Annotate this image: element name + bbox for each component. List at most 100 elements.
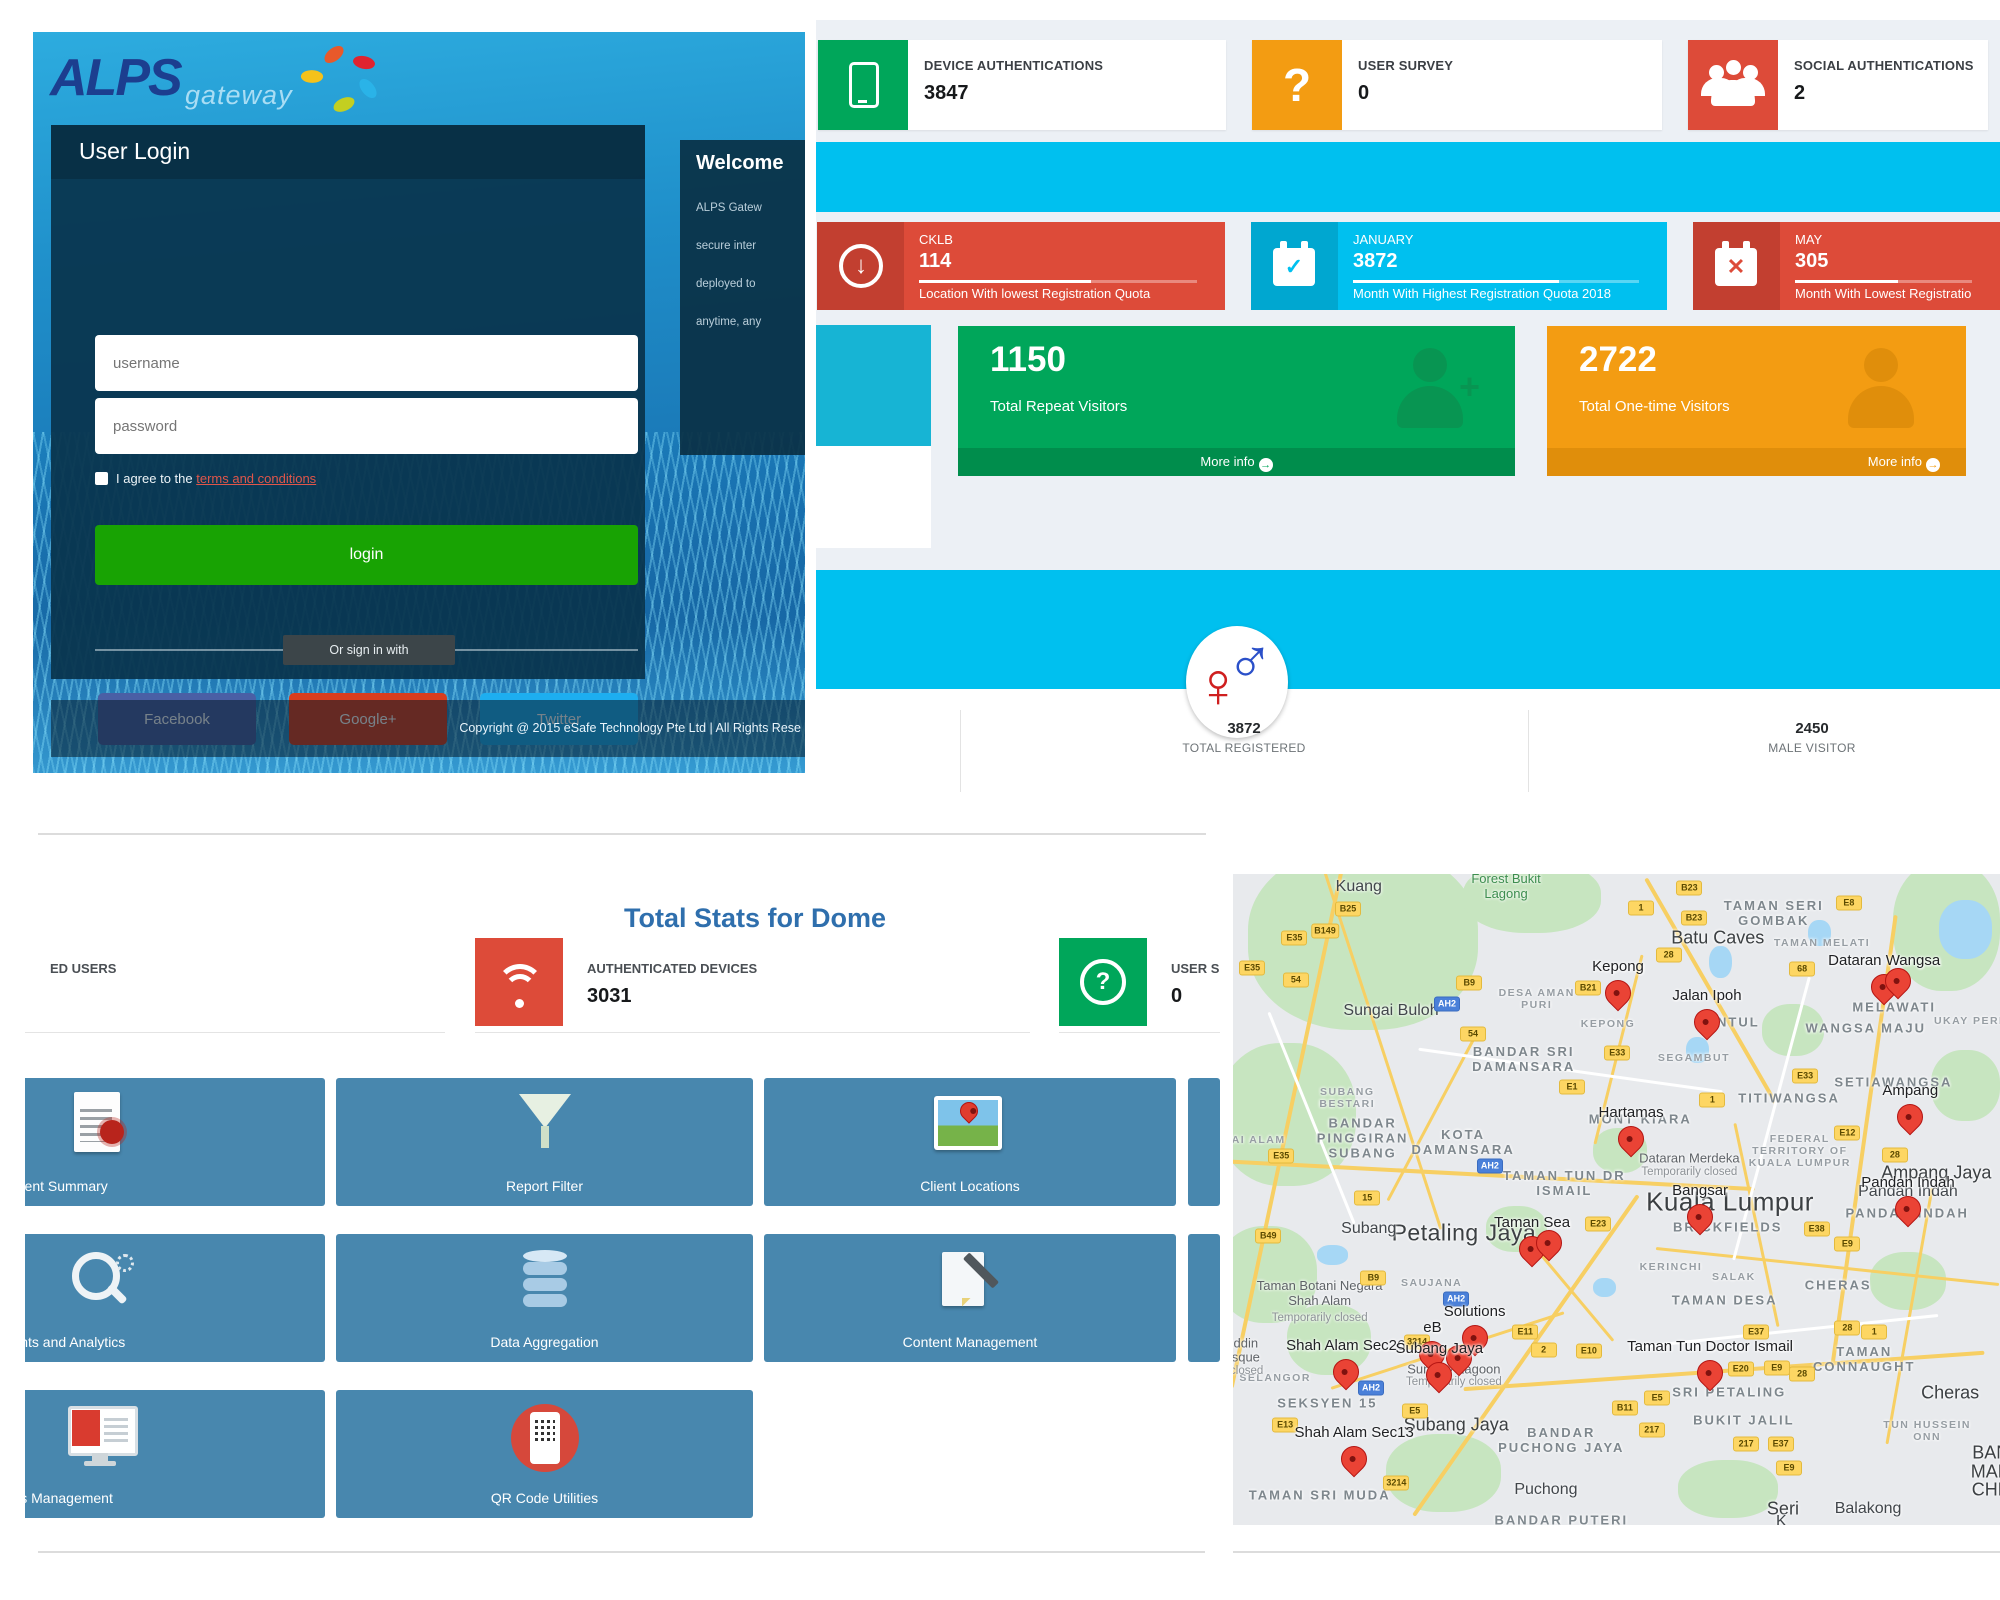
tile-insights-and-analytics[interactable]: Insights and Analytics bbox=[25, 1234, 325, 1362]
gender-stat-value: 3872 bbox=[1104, 720, 1384, 737]
welcome-text-line: deployed to bbox=[696, 278, 755, 290]
road-badge: B25 bbox=[1335, 902, 1361, 917]
metric-tile-value: 305 bbox=[1795, 250, 1828, 273]
visitor-tile-label: Total One-time Visitors bbox=[1579, 398, 1730, 415]
stat-card: DEVICE AUTHENTICATIONS3847 bbox=[818, 40, 1226, 130]
tile-label: Data Aggregation bbox=[336, 1334, 753, 1350]
road-badge: B149 bbox=[1311, 924, 1339, 939]
map-label: Temporarily closed bbox=[1250, 1312, 1390, 1324]
map-label: SENTUL bbox=[1653, 1014, 1803, 1029]
tile-client-summary[interactable]: Client Summary bbox=[25, 1078, 325, 1206]
road-badge: 68 bbox=[1789, 962, 1815, 977]
road-badge: E35 bbox=[1239, 960, 1265, 975]
map-pin-label: Kepong bbox=[1592, 958, 1644, 975]
tile-label: Ads Management bbox=[25, 1490, 208, 1506]
road-badge: E35 bbox=[1268, 1148, 1294, 1163]
map-label: Sungai Buloh bbox=[1343, 1002, 1438, 1020]
road-badge: E9 bbox=[1776, 1460, 1802, 1475]
map-pin-label: Shah Alam Sec26 bbox=[1286, 1337, 1405, 1354]
arrow-circle-icon: → bbox=[1259, 458, 1273, 472]
metric-tile-subtitle: Month With Lowest Registratio bbox=[1795, 286, 1971, 301]
map-label: MELAWATI bbox=[1819, 999, 1969, 1014]
map-panel[interactable]: Kuala LumpurPetaling JayaKuangBatu Caves… bbox=[1233, 874, 2000, 1525]
visitor-tile-value: 2722 bbox=[1579, 340, 1657, 380]
tile-data-aggregation[interactable]: Data Aggregation bbox=[336, 1234, 753, 1362]
user-plus-icon: + bbox=[1389, 348, 1479, 432]
map-label: Batu Caves bbox=[1671, 927, 1764, 948]
progress-fill bbox=[1353, 280, 1559, 283]
road-badge: 28 bbox=[1834, 1320, 1860, 1335]
map-label: SRI PETALING bbox=[1654, 1384, 1804, 1399]
map-label: K bbox=[1776, 1513, 1787, 1525]
tile-client-locations[interactable]: Client Locations bbox=[764, 1078, 1176, 1206]
map-label: Puchong bbox=[1514, 1481, 1577, 1499]
map-label: Subang bbox=[1341, 1220, 1396, 1238]
map-label: Temporarily closed bbox=[1619, 1166, 1759, 1178]
metric-tile-value: 3872 bbox=[1353, 250, 1398, 273]
progress-fill bbox=[919, 280, 1091, 283]
cut-tile-fragment bbox=[1188, 1234, 1220, 1362]
map-label: Dataran Merdeka bbox=[1619, 1151, 1759, 1166]
database-icon bbox=[505, 1248, 585, 1318]
map-label: TAMAN DESA bbox=[1650, 1292, 1800, 1307]
users-icon bbox=[1688, 40, 1778, 130]
metric-tile-title: JANUARY bbox=[1353, 232, 1413, 247]
tile-ads-management[interactable]: Ads Management bbox=[25, 1390, 325, 1518]
question-circle-icon: ? bbox=[1059, 938, 1147, 1026]
page-canvas: ALPS gateway User Login I agree to the t… bbox=[0, 0, 2000, 1600]
plus-glyph: + bbox=[1459, 366, 1480, 408]
more-info-link[interactable]: More info→ bbox=[1868, 454, 1940, 469]
road-badge: B23 bbox=[1676, 881, 1702, 896]
panel-stat-card: ?USER SUR0 bbox=[1059, 935, 1220, 1033]
map-label: BANDAR SRI DAMANSARA bbox=[1449, 1044, 1599, 1074]
map-label: BANDAR PUCHONG JAYA bbox=[1486, 1425, 1636, 1455]
edit-icon bbox=[930, 1248, 1010, 1318]
arrow-circle-icon: → bbox=[1926, 458, 1940, 472]
stat-card: ?USER SURVEY0 bbox=[1252, 40, 1662, 130]
wifi-icon bbox=[475, 938, 563, 1026]
welcome-title: Welcome bbox=[696, 152, 783, 175]
road-badge: B49 bbox=[1255, 1228, 1281, 1243]
road-badge: E23 bbox=[1585, 1217, 1611, 1232]
map-label: BRICKFIELDS bbox=[1653, 1220, 1803, 1235]
metric-tile-subtitle: Location With lowest Registration Quota bbox=[919, 286, 1150, 301]
section-divider bbox=[38, 1551, 1205, 1553]
map-pin-label: Pandan Indah bbox=[1861, 1174, 1954, 1191]
alps-logo: ALPS bbox=[50, 48, 181, 108]
map-pin-label: Hartamas bbox=[1599, 1104, 1664, 1121]
metric-tile-title: CKLB bbox=[919, 232, 953, 247]
logo-petal bbox=[332, 95, 357, 113]
tile-report-filter[interactable]: Report Filter bbox=[336, 1078, 753, 1206]
stat-card: SOCIAL AUTHENTICATIONS2 bbox=[1688, 40, 1988, 130]
road-badge: B21 bbox=[1575, 980, 1601, 995]
road-badge: 28 bbox=[1656, 947, 1682, 962]
road-badge: 217 bbox=[1639, 1422, 1665, 1437]
tile-content-management[interactable]: Content Management bbox=[764, 1234, 1176, 1362]
copyright-bar: Copyright @ 2015 eSafe Technology Pte Lt… bbox=[51, 700, 805, 757]
more-info-link[interactable]: More info → bbox=[1200, 454, 1272, 469]
road-badge: E5 bbox=[1402, 1404, 1428, 1419]
tile-qr-code-utilities[interactable]: QR Code Utilities bbox=[336, 1390, 753, 1518]
road-badge: E33 bbox=[1792, 1068, 1818, 1083]
map-pin-label: eB bbox=[1423, 1319, 1441, 1336]
road-badge: 28 bbox=[1789, 1366, 1815, 1381]
map-label: Temporarily closed bbox=[1384, 1376, 1524, 1388]
more-info-text: More info bbox=[1200, 454, 1254, 469]
gender-stat-label: MALE VISITOR bbox=[1672, 741, 1952, 755]
road-badge: E5 bbox=[1644, 1391, 1670, 1406]
map-pin-icon[interactable] bbox=[1336, 1441, 1373, 1478]
map-pin-label: Shah Alam Sec13 bbox=[1295, 1424, 1414, 1441]
logo-petal bbox=[300, 68, 324, 85]
road-badge: 1 bbox=[1628, 900, 1654, 915]
stat-card-label: SOCIAL AUTHENTICATIONS bbox=[1794, 58, 1974, 73]
road-badge: 2 bbox=[1531, 1342, 1557, 1357]
map-label: SEGAMBUT bbox=[1639, 1052, 1749, 1064]
section-divider bbox=[38, 833, 1206, 835]
map-label: TAMAN MELATI bbox=[1767, 937, 1877, 949]
road-badge: 15 bbox=[1354, 1191, 1380, 1206]
gender-stat-column: 2450MALE VISITOR bbox=[1672, 720, 1952, 755]
stat-card-label: USER SURVEY bbox=[1358, 58, 1453, 73]
map-pin-icon[interactable] bbox=[1892, 1098, 1929, 1135]
map-label: Balakong bbox=[1835, 1500, 1902, 1518]
alps-pinwheel-icon bbox=[295, 42, 385, 132]
